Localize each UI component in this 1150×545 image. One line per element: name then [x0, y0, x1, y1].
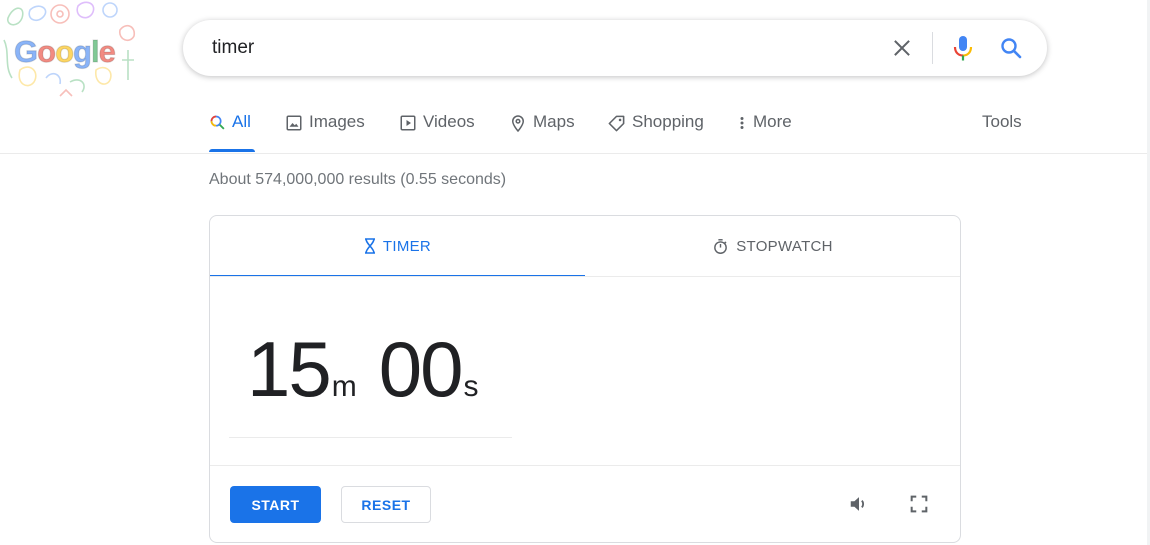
tab-stopwatch[interactable]: STOPWATCH	[585, 216, 960, 276]
kebab-icon	[737, 114, 747, 132]
tab-all-label: All	[232, 112, 251, 131]
timer-minutes: 15	[247, 325, 332, 413]
google-doodle-logo[interactable]: Google	[0, 0, 150, 100]
close-icon	[894, 40, 910, 56]
search-icon	[1001, 38, 1022, 59]
tab-shopping-label: Shopping	[632, 112, 704, 131]
tab-maps[interactable]: Maps	[509, 112, 575, 152]
stopwatch-icon	[712, 238, 729, 255]
tab-all[interactable]: All	[209, 112, 255, 152]
timer-seconds-unit: s	[463, 370, 479, 403]
result-stats: About 574,000,000 results (0.55 seconds)	[209, 171, 507, 188]
play-icon	[399, 114, 417, 132]
image-icon	[285, 114, 303, 132]
timer-display[interactable]: 15 m 00 s	[247, 330, 479, 408]
mic-icon	[953, 36, 973, 61]
tab-stopwatch-label: STOPWATCH	[736, 237, 833, 255]
search-input[interactable]	[210, 36, 874, 60]
tab-shopping[interactable]: Shopping	[607, 112, 704, 152]
tab-videos-label: Videos	[423, 112, 475, 131]
tools-label: Tools	[982, 112, 1022, 131]
controls-divider	[210, 465, 960, 466]
card-tab-divider	[210, 276, 960, 277]
hourglass-icon	[364, 238, 376, 254]
search-box-divider	[932, 32, 933, 64]
tab-timer-label: TIMER	[382, 237, 432, 255]
google-search-button[interactable]	[996, 33, 1026, 63]
search-box	[183, 20, 1047, 76]
logo-wordmark: Google	[13, 33, 116, 69]
search-nav-bar: All Images Videos Maps Shopping More Too…	[0, 100, 1150, 154]
voice-search-button[interactable]	[948, 33, 978, 63]
tag-icon	[607, 114, 626, 133]
timer-seconds: 00	[378, 325, 464, 413]
volume-button[interactable]	[846, 491, 872, 517]
map-pin-icon	[509, 114, 527, 133]
timer-minutes-unit: m	[331, 370, 357, 403]
fullscreen-button[interactable]	[906, 491, 932, 517]
tab-images[interactable]: Images	[285, 112, 365, 152]
tab-images-label: Images	[309, 112, 365, 131]
tab-more[interactable]: More	[737, 112, 792, 152]
clear-search-button[interactable]	[887, 33, 917, 63]
search-icon	[209, 114, 226, 131]
timer-card: TIMER STOPWATCH 15 m 00 s START RESET	[209, 215, 961, 543]
timer-display-underline	[229, 437, 512, 438]
tab-more-label: More	[753, 112, 792, 131]
reset-button[interactable]: RESET	[341, 486, 431, 523]
tab-videos[interactable]: Videos	[399, 112, 475, 152]
tab-timer[interactable]: TIMER	[210, 216, 585, 277]
volume-icon	[850, 497, 865, 511]
fullscreen-icon	[910, 495, 928, 513]
tab-maps-label: Maps	[533, 112, 575, 131]
start-button[interactable]: START	[230, 486, 321, 523]
tools-button[interactable]: Tools	[982, 112, 1022, 152]
